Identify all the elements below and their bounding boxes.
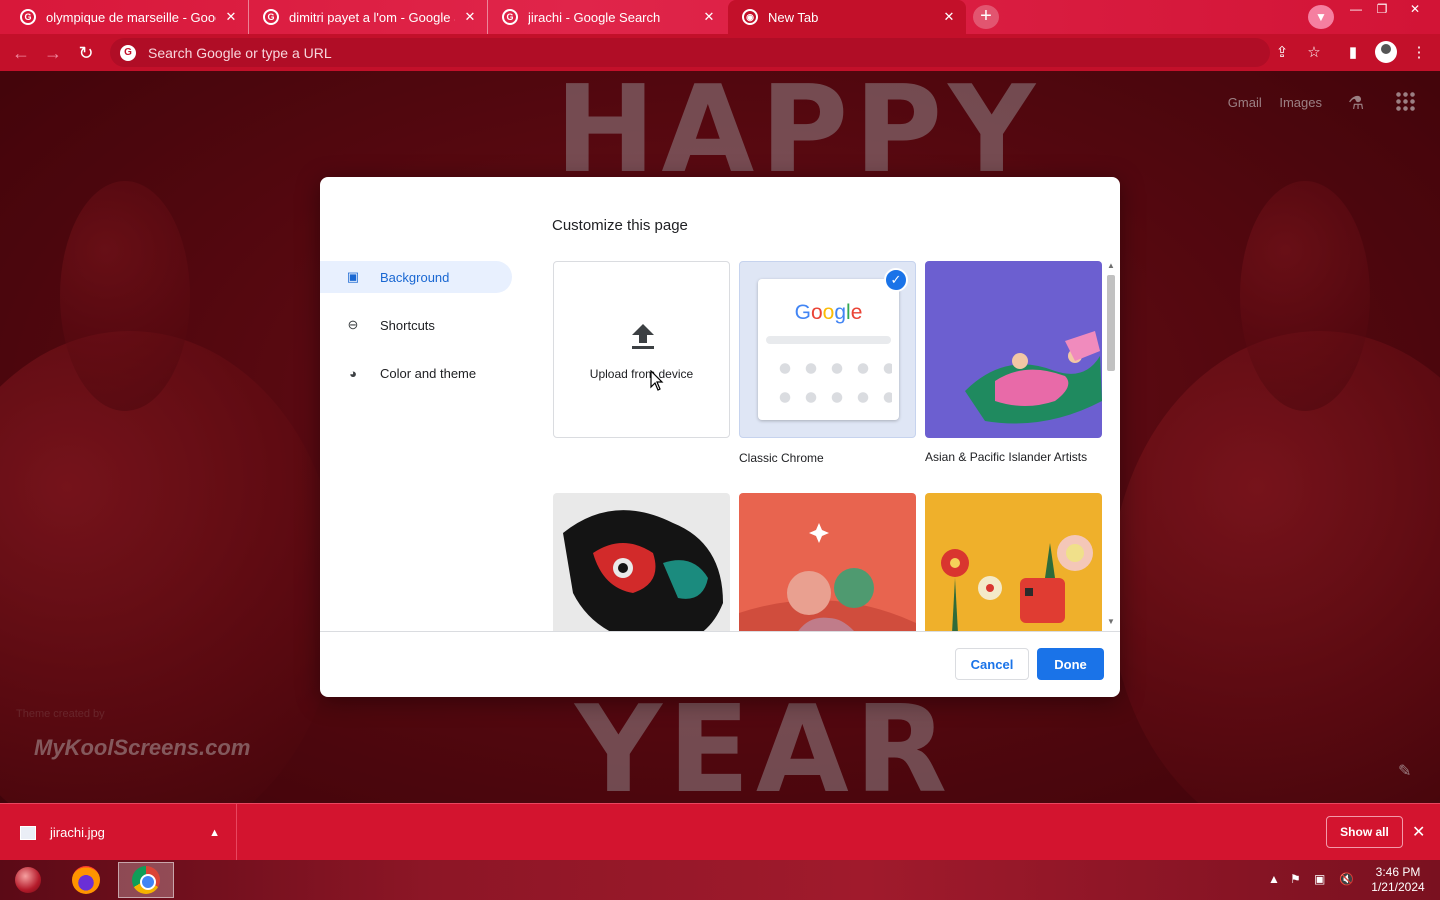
tab-title: dimitri payet a l'om - Google Se [289,9,455,25]
done-button[interactable]: Done [1037,648,1104,680]
artwork-thumbnail [553,493,730,631]
menu-item-shortcuts[interactable]: ⊖ Shortcuts [320,309,512,341]
tab-olympique[interactable]: G olympique de marseille - Google ✕ [6,0,249,34]
upload-from-device-tile[interactable]: Upload from device [553,261,730,438]
restore-icon[interactable]: ❐ [1370,2,1394,18]
windows-taskbar: ▲ ⚑ ▣ 🔇 3:46 PM 1/21/2024 [0,860,1440,900]
start-orb-icon [15,867,41,893]
asian-pacific-artists-tile[interactable] [925,261,1102,438]
browser-toolbar: ← → ↻ G Search Google or type a URL ⇪ ☆ … [0,34,1440,71]
clock-date: 1/21/2024 [1371,880,1425,894]
address-bar-placeholder: Search Google or type a URL [148,44,332,61]
clock-time: 3:46 PM [1375,865,1421,879]
classic-chrome-label: Classic Chrome [739,451,824,465]
image-icon: ▣ [346,269,360,284]
classic-chrome-tile[interactable]: Google ✓ [739,261,916,438]
chrome-favicon-icon: ◉ [742,9,758,25]
menu-item-label: Shortcuts [380,317,435,333]
new-tab-plus-icon[interactable]: + [973,5,999,29]
link-icon: ⊖ [347,317,359,332]
tab-new-tab[interactable]: ◉ New Tab ✕ [728,0,966,34]
search-bar-preview [766,336,891,344]
selected-check-icon: ✓ [884,268,908,292]
firefox-icon [72,866,100,894]
download-item[interactable]: jirachi.jpg ▲ [0,804,237,861]
asian-pacific-artists-label: Asian & Pacific Islander Artists [925,450,1088,464]
address-bar[interactable]: G Search Google or type a URL [110,38,1270,67]
upload-arrow-icon [632,324,654,349]
google-favicon-icon: G [502,9,518,25]
scroll-up-arrow-icon[interactable]: ▲ [1104,261,1118,270]
action-center-flag-icon[interactable]: ⚑ [1290,872,1301,886]
tab-dimitri-payet[interactable]: G dimitri payet a l'om - Google Se ✕ [249,0,488,34]
system-clock[interactable]: 3:46 PM 1/21/2024 [1366,865,1430,895]
minimize-icon[interactable]: — [1344,2,1368,18]
google-logo-letter: o [822,301,835,324]
profile-avatar-icon[interactable] [1375,41,1397,63]
menu-item-background[interactable]: ▣ Background [320,261,512,293]
menu-kebab-icon[interactable]: ⋮ [1408,42,1430,64]
google-logo-letter: e [850,301,863,324]
dialog-scrollbar[interactable]: ▲ ▼ [1104,261,1118,631]
customize-dialog: Customize this page ▣ Background ⊖ Short… [320,177,1120,697]
start-button[interactable] [0,862,56,898]
classic-chrome-preview: Google [758,279,899,420]
google-icon: G [120,44,136,61]
menu-item-label: Color and theme [380,365,477,381]
reload-icon[interactable]: ↻ [73,40,99,66]
show-hidden-icons-chevron-icon[interactable]: ▲ [1268,872,1280,886]
download-file-name[interactable]: jirachi.jpg [50,825,209,840]
mouse-cursor-icon [650,370,664,391]
show-all-button[interactable]: Show all [1326,816,1403,848]
forward-arrow-icon[interactable]: → [40,40,66,66]
google-logo-letter: g [834,301,847,324]
artwork-thumbnail [739,493,916,631]
tab-title: jirachi - Google Search [528,9,661,25]
collection-tile-flowers[interactable] [925,493,1102,631]
side-panel-icon[interactable]: ▮ [1342,42,1364,64]
tab-search-chevron-icon[interactable]: ▼ [1308,5,1334,29]
tab-title: New Tab [768,9,819,25]
google-favicon-icon: G [20,9,36,25]
tab-close-icon[interactable]: ✕ [463,9,477,25]
share-icon[interactable]: ⇪ [1271,42,1293,64]
bookmark-star-icon[interactable]: ☆ [1303,42,1325,64]
collection-tile-totem[interactable] [553,493,730,631]
chrome-icon [132,866,160,894]
download-shelf: jirachi.jpg ▲ Show all ✕ [0,803,1440,861]
background-grid: Upload from device Google ✓ Classic Chro… [552,261,1104,631]
dialog-divider [320,631,1120,632]
scroll-down-arrow-icon[interactable]: ▼ [1104,617,1118,626]
taskbar-chrome[interactable] [118,862,174,898]
tab-strip: G olympique de marseille - Google ✕ G di… [0,0,1440,34]
taskbar-firefox[interactable] [58,862,114,898]
artwork-thumbnail [925,493,1102,631]
menu-item-color-theme[interactable]: ◕ Color and theme [320,357,512,389]
menu-item-label: Background [380,269,450,285]
back-arrow-icon[interactable]: ← [8,40,34,66]
volume-muted-icon[interactable]: 🔇 [1339,872,1354,886]
google-logo-letter: o [810,301,823,324]
palette-icon: ◕ [349,365,357,381]
image-file-icon [20,825,36,840]
chevron-up-icon[interactable]: ▲ [209,827,220,839]
tab-close-icon[interactable]: ✕ [702,9,716,25]
google-favicon-icon: G [263,9,279,25]
network-icon[interactable]: ▣ [1314,872,1325,886]
scrollbar-thumb[interactable] [1107,275,1115,371]
tab-jirachi[interactable]: G jirachi - Google Search ✕ [488,0,726,34]
shortcut-dots-preview [772,354,892,404]
window-close-icon[interactable]: ✕ [1403,2,1427,18]
google-logo: Google [758,301,899,325]
cancel-button[interactable]: Cancel [955,648,1029,680]
dialog-title: Customize this page [552,217,688,234]
upload-label: Upload from device [589,367,694,381]
tab-close-icon[interactable]: ✕ [942,9,956,25]
google-logo-letter: G [794,301,811,324]
tab-title: olympique de marseille - Google [46,9,216,25]
artwork-thumbnail [925,261,1102,438]
tab-close-icon[interactable]: ✕ [224,9,238,25]
close-download-shelf-icon[interactable]: ✕ [1412,822,1425,842]
collection-tile-friends[interactable] [739,493,916,631]
